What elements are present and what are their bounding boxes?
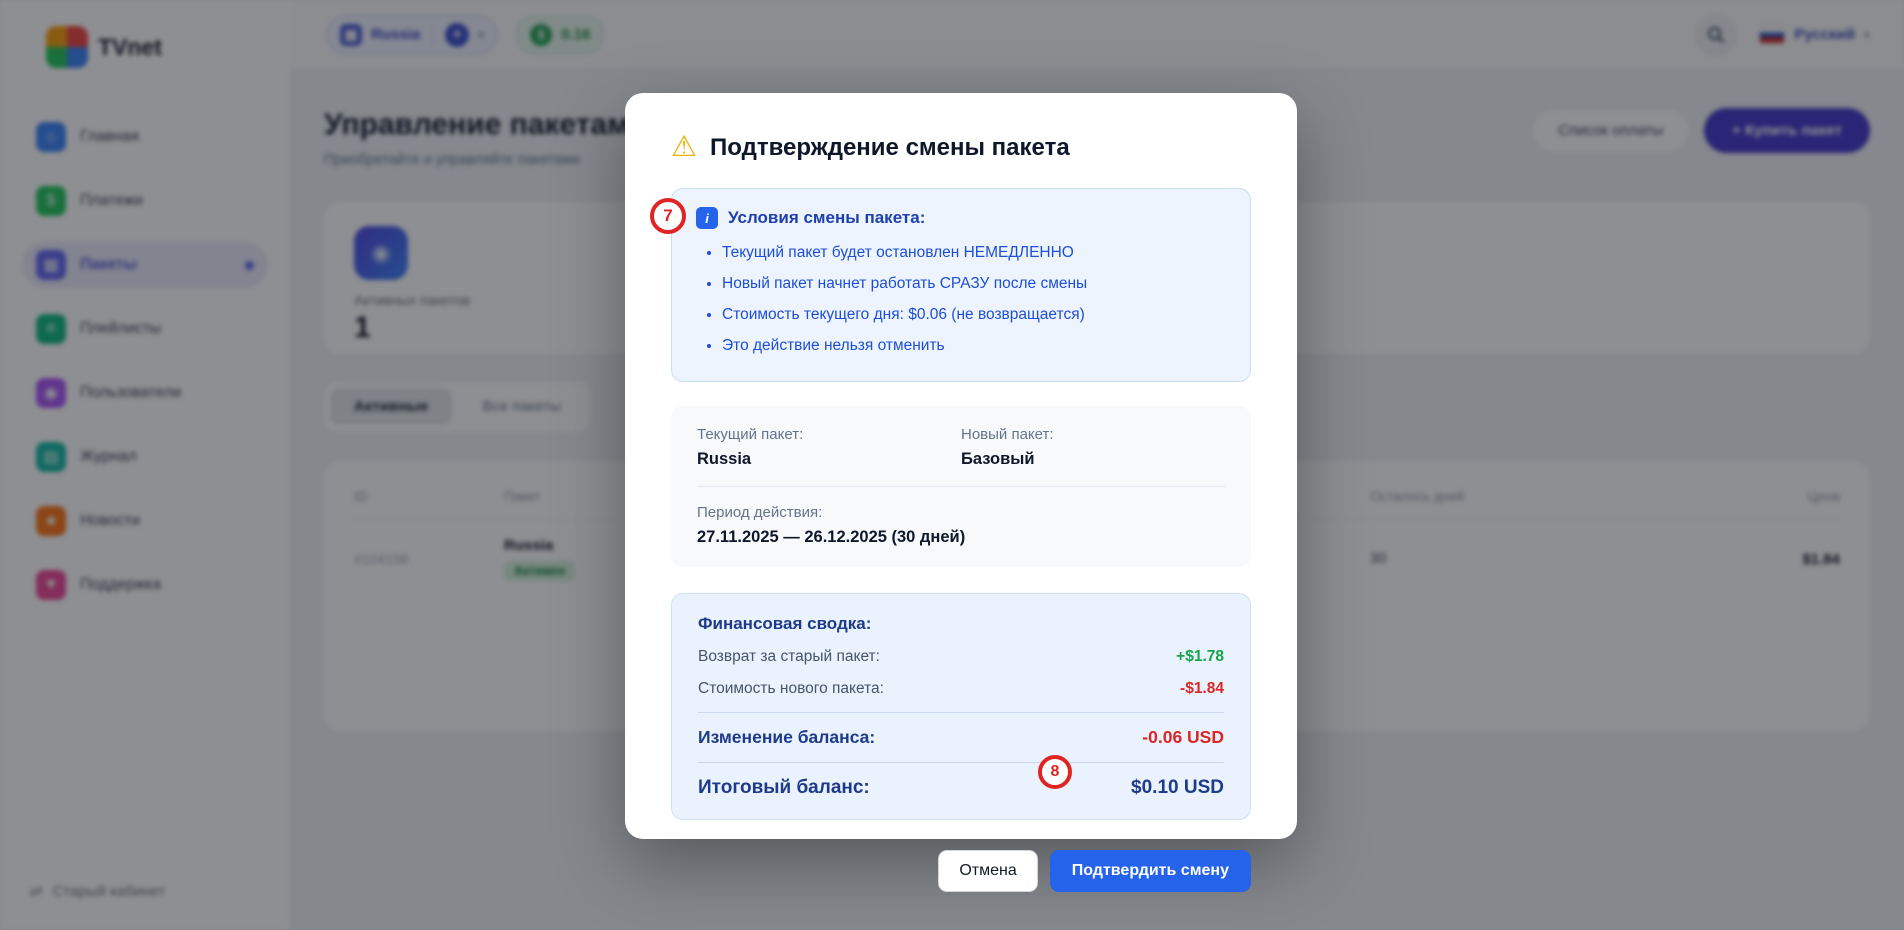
modal-header: ⚠ Подтверждение смены пакета <box>671 133 1251 162</box>
modal-footer: Отмена Подтвердить смену <box>671 850 1251 892</box>
cancel-button[interactable]: Отмена <box>938 850 1037 892</box>
refund-label: Возврат за старый пакет: <box>698 648 880 666</box>
annotation-step-8: 8 <box>1038 755 1072 789</box>
conditions-title: Условия смены пакета: <box>728 208 925 228</box>
new-cost-row: Стоимость нового пакета: -$1.84 <box>698 680 1224 698</box>
confirm-change-button[interactable]: Подтвердить смену <box>1050 850 1251 892</box>
refund-row: Возврат за старый пакет: +$1.78 <box>698 648 1224 666</box>
final-balance-value: $0.10 USD <box>1131 777 1224 799</box>
financial-summary-title: Финансовая сводка: <box>698 614 1224 634</box>
new-cost-label: Стоимость нового пакета: <box>698 680 884 698</box>
warning-icon: ⚠ <box>671 133 697 162</box>
new-cost-value: -$1.84 <box>1180 680 1224 698</box>
conditions-info-box: i Условия смены пакета: Текущий пакет бу… <box>671 188 1251 382</box>
details-divider <box>697 486 1225 487</box>
condition-item: Это действие нельзя отменить <box>722 334 1226 358</box>
finance-divider <box>698 712 1224 713</box>
final-balance-label: Итоговый баланс: <box>698 777 870 799</box>
period-value: 27.11.2025 — 26.12.2025 (30 дней) <box>697 528 1225 547</box>
conditions-header: i Условия смены пакета: <box>696 207 1226 229</box>
condition-item: Новый пакет начнет работать СРАЗУ после … <box>722 272 1226 296</box>
final-balance-row: Итоговый баланс: $0.10 USD <box>698 777 1224 799</box>
info-icon: i <box>696 207 718 229</box>
balance-change-label: Изменение баланса: <box>698 727 875 748</box>
finance-divider <box>698 762 1224 763</box>
modal-title: Подтверждение смены пакета <box>710 134 1070 162</box>
condition-item: Текущий пакет будет остановлен НЕМЕДЛЕНН… <box>722 241 1226 265</box>
balance-change-row: Изменение баланса: -0.06 USD <box>698 727 1224 748</box>
refund-value: +$1.78 <box>1176 648 1224 666</box>
balance-change-value: -0.06 USD <box>1142 727 1224 748</box>
package-change-confirmation-modal: ⚠ Подтверждение смены пакета i Условия с… <box>625 93 1297 839</box>
period-label: Период действия: <box>697 504 1225 521</box>
new-package-value: Базовый <box>961 450 1225 469</box>
package-details-grid: Текущий пакет: Russia Новый пакет: Базов… <box>697 426 1225 469</box>
package-details-box: Текущий пакет: Russia Новый пакет: Базов… <box>671 406 1251 567</box>
new-package-label: Новый пакет: <box>961 426 1225 443</box>
current-package-label: Текущий пакет: <box>697 426 961 443</box>
current-package-value: Russia <box>697 450 961 469</box>
conditions-list: Текущий пакет будет остановлен НЕМЕДЛЕНН… <box>722 241 1226 358</box>
condition-item: Стоимость текущего дня: $0.06 (не возвра… <box>722 303 1226 327</box>
annotation-step-7: 7 <box>650 198 686 234</box>
financial-summary-box: Финансовая сводка: Возврат за старый пак… <box>671 593 1251 820</box>
